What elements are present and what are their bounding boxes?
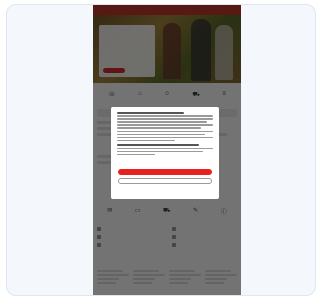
- dialog-text-line: [117, 118, 213, 120]
- reject-button[interactable]: [118, 178, 212, 184]
- dialog-text-line: [117, 130, 213, 133]
- dialog-links: [118, 188, 212, 193]
- dialog-text-line: [117, 127, 202, 130]
- dialog-text-line: [117, 112, 185, 114]
- dialog-text-line: [117, 147, 213, 150]
- dialog-text-line: [117, 136, 213, 139]
- dialog-text-line: [117, 139, 175, 142]
- dialog-text-line: [117, 115, 213, 117]
- dialog-text-line: [117, 144, 199, 147]
- dialog-text-line: [117, 133, 206, 136]
- dialog-text-line: [117, 153, 156, 156]
- accept-all-button[interactable]: [118, 169, 212, 175]
- dialog-text-line: [117, 121, 208, 123]
- dialog-text-line: [117, 150, 204, 153]
- cookie-consent-dialog: [111, 107, 219, 199]
- dialog-text-line: [117, 124, 213, 126]
